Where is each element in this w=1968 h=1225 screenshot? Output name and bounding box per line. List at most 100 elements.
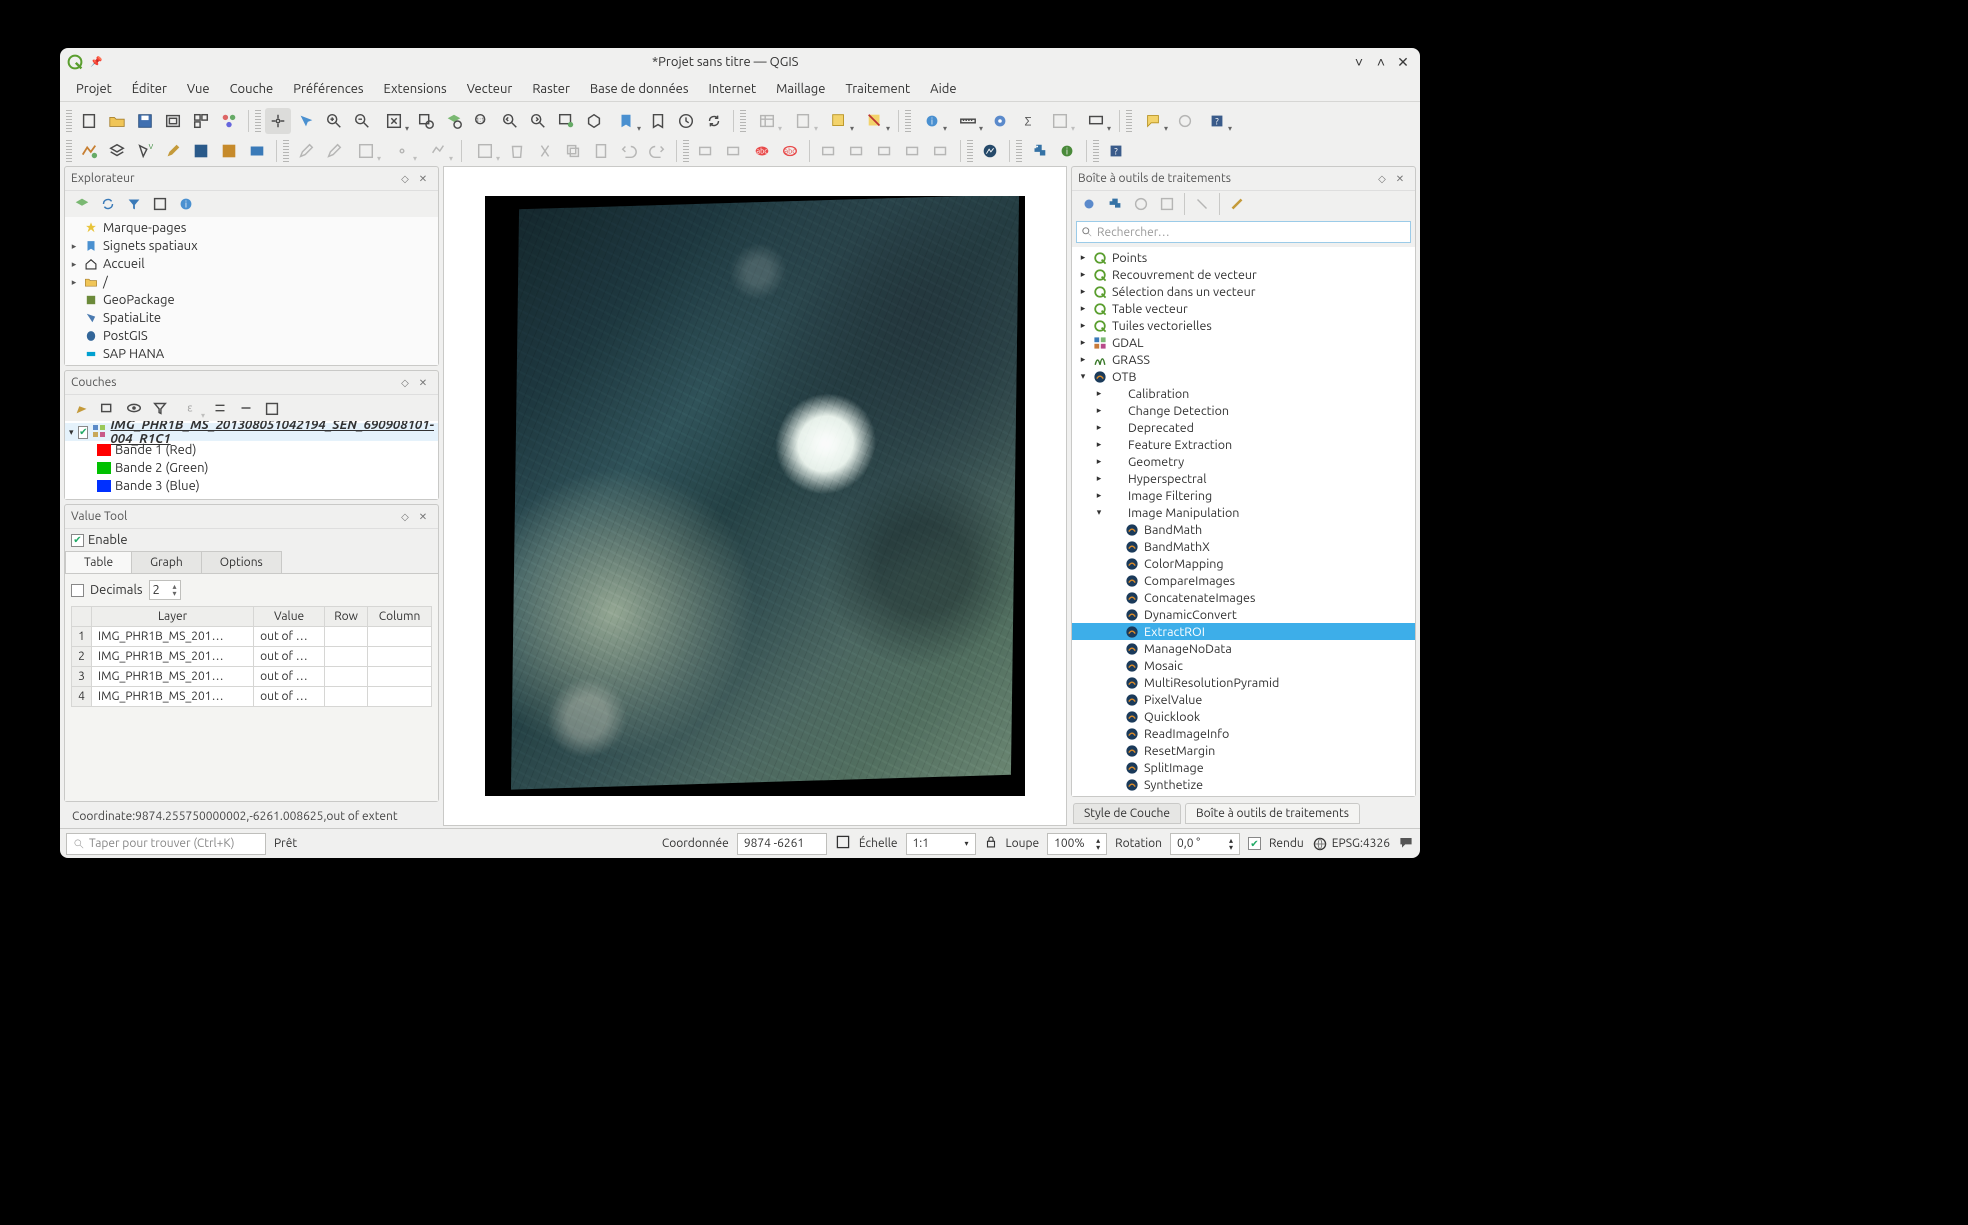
toolbox-item[interactable]: ▸GDAL: [1072, 334, 1415, 351]
zoom-next-icon[interactable]: [525, 108, 551, 134]
menu-base de données[interactable]: Base de données: [580, 79, 699, 99]
toolbox-item[interactable]: ▸Image Filtering: [1072, 487, 1415, 504]
new-vector-icon[interactable]: V: [132, 138, 158, 164]
zoom-last-icon[interactable]: [497, 108, 523, 134]
toolbox-item[interactable]: ▸Calibration: [1072, 385, 1415, 402]
measure-icon[interactable]: [951, 108, 985, 134]
save-layer-edits-icon[interactable]: [349, 138, 383, 164]
toolbox-item[interactable]: CompareImages: [1072, 572, 1415, 589]
pan-icon[interactable]: [265, 108, 291, 134]
menu-projet[interactable]: Projet: [66, 79, 122, 99]
menu-extensions[interactable]: Extensions: [374, 79, 457, 99]
coord-field[interactable]: 9874 -6261: [737, 833, 827, 855]
tab-processing-toolbox[interactable]: Boîte à outils de traitements: [1185, 803, 1360, 824]
toolbox-history-icon[interactable]: [1128, 191, 1154, 217]
magnifier-field[interactable]: 100%▴▾: [1047, 833, 1107, 855]
new-bookmark-icon[interactable]: [609, 108, 643, 134]
explorer-item[interactable]: SpatiaLite: [65, 309, 438, 327]
delete-icon[interactable]: [504, 138, 530, 164]
question-icon[interactable]: ?: [1200, 108, 1234, 134]
panel-float-icon[interactable]: ◇: [396, 508, 414, 526]
help-icon[interactable]: ?: [1103, 138, 1129, 164]
toggle-editing-icon[interactable]: [293, 138, 319, 164]
layers-tree[interactable]: ▾ IMG_PHR1B_MS_201308051042194_SEN_69090…: [65, 421, 438, 499]
open-project-icon[interactable]: [104, 108, 130, 134]
lock-icon[interactable]: [984, 835, 998, 852]
toolbox-item[interactable]: ResetMargin: [1072, 742, 1415, 759]
decimals-spinner[interactable]: 2▴▾: [149, 580, 181, 600]
rotation-field[interactable]: 0,0 °▴▾: [1170, 833, 1240, 855]
menu-internet[interactable]: Internet: [698, 79, 766, 99]
layer-visibility-checkbox[interactable]: [78, 426, 88, 439]
explorer-item[interactable]: Accueil: [65, 255, 438, 273]
panel-float-icon[interactable]: ◇: [1373, 170, 1391, 188]
explorer-item[interactable]: SAP HANA: [65, 345, 438, 363]
toolbox-item[interactable]: MultiResolutionPyramid: [1072, 674, 1415, 691]
monteverdi-icon[interactable]: [977, 138, 1003, 164]
panel-close-icon[interactable]: ✕: [414, 170, 432, 188]
label-pin-icon[interactable]: [816, 138, 842, 164]
toolbox-edit-icon[interactable]: [1189, 191, 1215, 217]
tab-layer-style[interactable]: Style de Couche: [1073, 803, 1181, 824]
render-checkbox[interactable]: [1248, 837, 1261, 850]
menu-vue[interactable]: Vue: [177, 79, 220, 99]
layer-row[interactable]: ▾ IMG_PHR1B_MS_201308051042194_SEN_69090…: [65, 423, 438, 441]
label-move-icon[interactable]: [872, 138, 898, 164]
menu-préférences[interactable]: Préférences: [283, 79, 373, 99]
table-row[interactable]: 2IMG_PHR1B_MS_201…out of …: [72, 647, 432, 667]
new-3d-view-icon[interactable]: [581, 108, 607, 134]
decimals-checkbox[interactable]: [71, 584, 84, 597]
add-layer-icon[interactable]: [69, 191, 95, 217]
add-vector-icon[interactable]: [76, 138, 102, 164]
show-tooltips-icon[interactable]: [1079, 108, 1113, 134]
edit-icon[interactable]: [160, 138, 186, 164]
annotation-icon[interactable]: [1136, 108, 1170, 134]
map-canvas[interactable]: [443, 166, 1067, 826]
tab-table[interactable]: Table: [65, 551, 132, 573]
new-spatialite-icon[interactable]: [188, 138, 214, 164]
pin-icon[interactable]: 📌: [90, 56, 102, 68]
menu-maillage[interactable]: Maillage: [766, 79, 835, 99]
toolbox-tree[interactable]: ▸Points▸Recouvrement de vecteur▸Sélectio…: [1072, 247, 1415, 796]
toolbox-item[interactable]: ▸Hyperspectral: [1072, 470, 1415, 487]
maximize-button[interactable]: ˄: [1370, 54, 1392, 70]
toolbox-item[interactable]: ▸Recouvrement de vecteur: [1072, 266, 1415, 283]
remove-layer-icon[interactable]: [259, 395, 285, 421]
toolbox-item[interactable]: ▸Sélection dans un vecteur: [1072, 283, 1415, 300]
toolbox-python-icon[interactable]: [1102, 191, 1128, 217]
messages-icon[interactable]: [1398, 834, 1414, 853]
tab-options[interactable]: Options: [201, 551, 282, 573]
toolbox-item[interactable]: PixelValue: [1072, 691, 1415, 708]
explorer-item[interactable]: GeoPackage: [65, 291, 438, 309]
toolbox-item[interactable]: SplitImage: [1072, 759, 1415, 776]
undo-icon[interactable]: [616, 138, 642, 164]
redo-icon[interactable]: [644, 138, 670, 164]
menu-couche[interactable]: Couche: [220, 79, 284, 99]
locator-input[interactable]: Taper pour trouver (Ctrl+K): [66, 833, 266, 855]
save-project-icon[interactable]: [132, 108, 158, 134]
scale-field[interactable]: 1:1▾: [906, 833, 976, 855]
new-gpkg-icon[interactable]: [216, 138, 242, 164]
table-row[interactable]: 1IMG_PHR1B_MS_201…out of …: [72, 627, 432, 647]
crs-button[interactable]: EPSG:4326: [1312, 836, 1390, 852]
label-text-icon[interactable]: abc: [749, 138, 775, 164]
refresh-icon[interactable]: [701, 108, 727, 134]
toolbox-item[interactable]: DynamicConvert: [1072, 606, 1415, 623]
statistics-icon[interactable]: Σ: [1015, 108, 1041, 134]
tab-graph[interactable]: Graph: [131, 551, 202, 573]
enable-checkbox[interactable]: [71, 534, 84, 547]
panel-float-icon[interactable]: ◇: [396, 170, 414, 188]
toolbox-item[interactable]: ▸Deprecated: [1072, 419, 1415, 436]
toolbox-item[interactable]: TileFusion: [1072, 793, 1415, 796]
new-project-icon[interactable]: [76, 108, 102, 134]
toolbox-item[interactable]: ▸Change Detection: [1072, 402, 1415, 419]
minimize-button[interactable]: ˅: [1348, 54, 1370, 70]
toolbox-item[interactable]: ManageNoData: [1072, 640, 1415, 657]
toolbox-item[interactable]: Quicklook: [1072, 708, 1415, 725]
toolbox-item[interactable]: ColorMapping: [1072, 555, 1415, 572]
pan-selection-icon[interactable]: [293, 108, 319, 134]
query-icon[interactable]: [1043, 108, 1077, 134]
close-button[interactable]: ✕: [1392, 54, 1414, 71]
label-rotate-icon[interactable]: [900, 138, 926, 164]
expand-all-icon[interactable]: [207, 395, 233, 421]
